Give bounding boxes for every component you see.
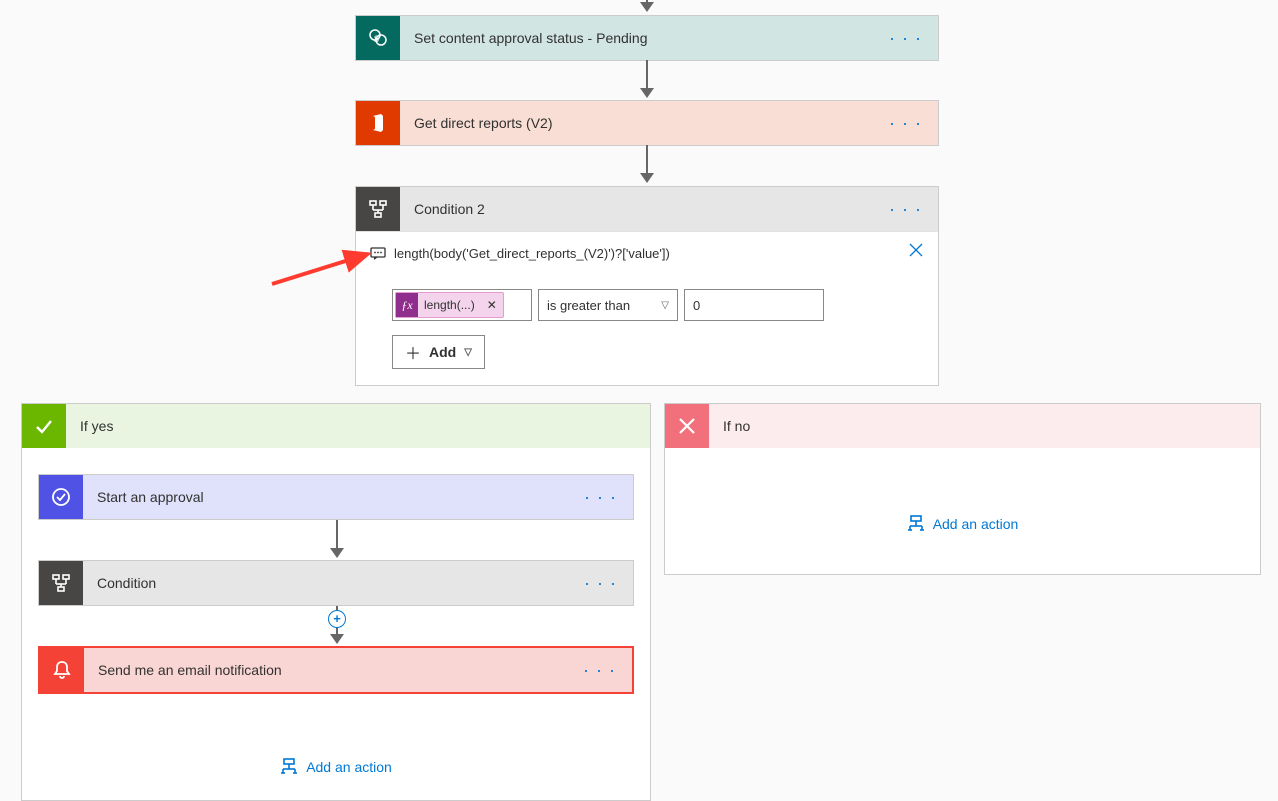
notification-icon bbox=[40, 648, 84, 692]
branch-label: If no bbox=[709, 418, 1260, 434]
expression-text: length(body('Get_direct_reports_(V2)')?[… bbox=[394, 246, 670, 261]
condition-body: length(body('Get_direct_reports_(V2)')?[… bbox=[356, 231, 938, 385]
add-action-label: Add an action bbox=[933, 516, 1019, 532]
if-yes-branch: If yes Start an approval · · · bbox=[21, 403, 651, 801]
if-no-branch: If no Add an action bbox=[664, 403, 1261, 575]
action-send-email-notification[interactable]: Send me an email notification · · · bbox=[38, 646, 634, 694]
approvals-icon bbox=[39, 475, 83, 519]
more-button[interactable]: · · · bbox=[883, 199, 928, 220]
add-action-button[interactable]: Add an action bbox=[907, 507, 1019, 541]
control-condition-2[interactable]: Condition 2 · · · length(body('Get_direc… bbox=[355, 186, 939, 386]
condition-row: ƒx length(...) ✕ is greater than ▽ 0 bbox=[392, 289, 924, 321]
branch-label: If yes bbox=[66, 418, 650, 434]
connector-line bbox=[336, 520, 338, 548]
connector-arrowhead bbox=[330, 548, 344, 558]
connector-arrowhead bbox=[640, 173, 654, 183]
condition-right-value[interactable]: 0 bbox=[684, 289, 824, 321]
office365-icon bbox=[356, 101, 400, 145]
svg-text:S: S bbox=[374, 34, 379, 44]
add-action-label: Add an action bbox=[306, 759, 392, 775]
expression-token[interactable]: ƒx length(...) ✕ bbox=[395, 292, 504, 318]
flow-canvas[interactable]: S Set content approval status - Pending … bbox=[0, 0, 1278, 801]
card-title: Get direct reports (V2) bbox=[400, 115, 883, 131]
card-title: Set content approval status - Pending bbox=[400, 30, 883, 46]
value-text: 0 bbox=[693, 298, 700, 313]
expression-peek: length(body('Get_direct_reports_(V2)')?[… bbox=[370, 242, 924, 271]
action-get-direct-reports[interactable]: Get direct reports (V2) · · · bbox=[355, 100, 939, 146]
chevron-down-icon: ▽ bbox=[464, 347, 472, 358]
cross-icon bbox=[665, 404, 709, 448]
operator-label: is greater than bbox=[547, 298, 630, 313]
control-condition[interactable]: Condition · · · bbox=[38, 560, 634, 606]
add-action-icon bbox=[280, 758, 298, 776]
condition-left-value[interactable]: ƒx length(...) ✕ bbox=[392, 289, 532, 321]
card-title: Condition bbox=[83, 575, 578, 591]
action-start-approval[interactable]: Start an approval · · · bbox=[38, 474, 634, 520]
condition-icon bbox=[39, 561, 83, 605]
more-button[interactable]: · · · bbox=[577, 660, 622, 681]
close-peek-button[interactable] bbox=[908, 242, 924, 258]
condition-icon bbox=[356, 187, 400, 231]
sharepoint-icon: S bbox=[356, 16, 400, 60]
action-set-content-approval[interactable]: S Set content approval status - Pending … bbox=[355, 15, 939, 61]
connector-line bbox=[646, 145, 648, 173]
add-action-icon bbox=[907, 515, 925, 533]
annotation-arrow bbox=[268, 248, 378, 288]
more-button[interactable]: · · · bbox=[578, 487, 623, 508]
card-title: Condition 2 bbox=[400, 201, 883, 217]
more-button[interactable]: · · · bbox=[883, 28, 928, 49]
condition-operator-select[interactable]: is greater than ▽ bbox=[538, 289, 678, 321]
add-label: Add bbox=[429, 344, 456, 360]
insert-step-button[interactable]: + bbox=[328, 610, 346, 628]
token-label: length(...) bbox=[418, 298, 481, 312]
chevron-down-icon: ▽ bbox=[661, 300, 669, 311]
check-icon bbox=[22, 404, 66, 448]
card-title: Start an approval bbox=[83, 489, 578, 505]
card-title: Send me an email notification bbox=[84, 662, 577, 678]
plus-icon: ＋ bbox=[405, 340, 421, 364]
connector-arrowhead bbox=[640, 88, 654, 98]
more-button[interactable]: · · · bbox=[883, 113, 928, 134]
fx-icon: ƒx bbox=[396, 293, 418, 317]
connector-line bbox=[646, 60, 648, 88]
connector-arrowhead bbox=[640, 2, 654, 12]
add-action-button[interactable]: Add an action bbox=[22, 750, 650, 784]
connector-arrowhead bbox=[330, 634, 344, 644]
add-condition-button[interactable]: ＋ Add ▽ bbox=[392, 335, 485, 369]
token-remove-button[interactable]: ✕ bbox=[481, 298, 503, 312]
more-button[interactable]: · · · bbox=[578, 573, 623, 594]
